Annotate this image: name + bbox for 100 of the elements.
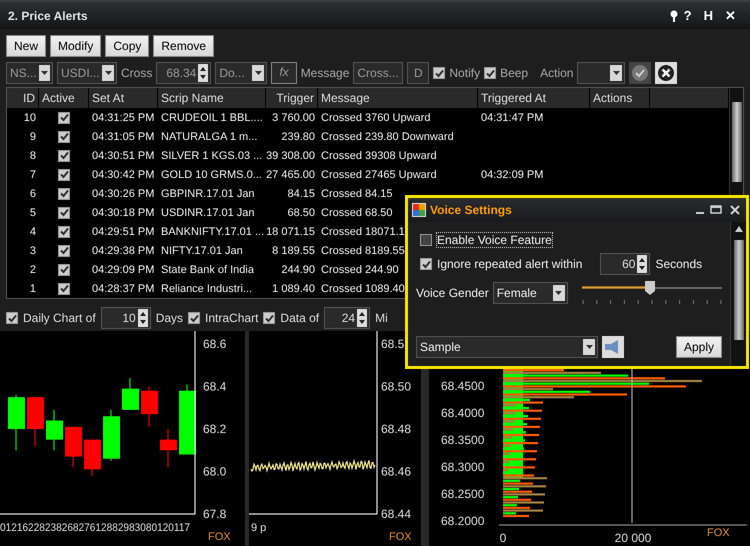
notify-checkbox[interactable] <box>433 67 446 79</box>
table-cell: 04:29:09 PM <box>92 264 154 276</box>
minutes-label: Mi <box>375 311 388 325</box>
dropdown-caret-icon[interactable] <box>252 65 264 81</box>
title-bar-button[interactable]: ✕ <box>719 8 742 23</box>
table-cell: BANKNIFTY.17.01 ... <box>161 226 264 238</box>
toolbar-button[interactable]: Copy <box>105 35 150 57</box>
exchange-select[interactable]: NS... <box>6 62 53 84</box>
candle <box>141 386 158 428</box>
apply-button[interactable]: Apply <box>676 336 722 358</box>
column-header[interactable]: Scrip Name <box>158 88 266 108</box>
data-label: Data of <box>280 311 320 325</box>
maximize-icon[interactable] <box>710 205 724 215</box>
enable-voice-checkbox[interactable] <box>420 234 432 246</box>
seconds-field[interactable]: 60 <box>600 253 650 275</box>
table-cell: 10 <box>24 112 36 124</box>
confirm-icon[interactable] <box>629 62 652 84</box>
slider-thumb[interactable] <box>645 281 656 295</box>
scrollbar[interactable] <box>730 222 746 366</box>
candle <box>8 394 25 451</box>
column-header[interactable]: Set At <box>89 88 158 108</box>
active-checkbox[interactable] <box>58 282 70 294</box>
toolbar-button[interactable]: New <box>6 35 46 57</box>
active-checkbox[interactable] <box>58 130 70 142</box>
spinner-arrows-icon[interactable] <box>637 255 648 273</box>
table-cell: Crossed 239.80 Downward <box>321 130 454 142</box>
condition-label: Cross <box>121 66 152 80</box>
beep-checkbox[interactable] <box>484 67 496 79</box>
table-cell: 7 <box>30 168 36 180</box>
table-cell: 8 <box>30 150 36 162</box>
table-cell: 4 <box>30 226 36 238</box>
toolbar-button[interactable]: Modify <box>50 35 102 57</box>
candle <box>65 426 82 468</box>
table-cell: 04:32:09 PM <box>481 168 544 180</box>
speed-slider[interactable] <box>582 281 722 305</box>
action-select[interactable] <box>577 62 626 84</box>
dropdown-caret-icon[interactable] <box>552 285 565 301</box>
dropdown-caret-icon[interactable] <box>38 65 50 81</box>
table-cell: 04:29:38 PM <box>92 244 154 256</box>
pin-icon[interactable] <box>670 10 678 22</box>
spinner-arrows-icon[interactable] <box>198 64 208 82</box>
window-title: 2. Price Alerts <box>8 8 89 22</box>
table-cell: 18 071.15 <box>266 226 315 238</box>
column-header[interactable]: Triggered At <box>478 88 590 108</box>
spinner-arrows-icon[interactable] <box>138 309 148 327</box>
column-header[interactable]: Message <box>318 88 478 108</box>
dropdown-caret-icon[interactable] <box>583 339 595 355</box>
column-header[interactable]: ID <box>7 88 39 108</box>
column-header[interactable]: Trigger <box>266 88 318 108</box>
direction-select[interactable]: Do... <box>215 62 268 84</box>
message-field[interactable]: Cross... <box>353 62 404 84</box>
table-cell: Crossed 3760 Upward <box>321 112 430 124</box>
candle <box>46 409 63 451</box>
axis-tick-label: 68.4000 <box>441 406 484 420</box>
column-header[interactable]: Active <box>39 88 89 108</box>
close-icon[interactable] <box>655 62 678 84</box>
active-checkbox[interactable] <box>58 244 70 256</box>
minutes-field[interactable]: 24 <box>324 307 370 329</box>
active-checkbox[interactable] <box>58 226 70 238</box>
active-checkbox[interactable] <box>58 264 70 276</box>
action-label: Action <box>540 66 574 80</box>
price-field[interactable]: 68.34 <box>156 62 212 84</box>
active-checkbox[interactable] <box>58 168 70 180</box>
dropdown-caret-icon[interactable] <box>610 65 622 81</box>
daily-chart-checkbox[interactable] <box>6 312 18 324</box>
column-header[interactable]: Actions <box>590 88 650 108</box>
axis-tick-label: 68.3000 <box>441 460 484 474</box>
title-bar-button[interactable]: ? <box>678 8 698 23</box>
sample-select[interactable]: Sample <box>416 336 598 358</box>
table-cell: GBPINR.17.01 Jan <box>161 188 255 200</box>
toolbar-button[interactable]: Remove <box>153 35 214 57</box>
dropdown-caret-icon[interactable] <box>102 65 114 81</box>
axis-tick-label: 68.50 <box>381 380 412 394</box>
active-checkbox[interactable] <box>58 150 70 162</box>
d-field[interactable]: D <box>407 62 430 84</box>
intrachart-checkbox[interactable] <box>188 312 200 324</box>
scroll-up-icon[interactable] <box>734 226 742 232</box>
data-checkbox[interactable] <box>263 312 276 324</box>
table-cell: 04:31:05 PM <box>92 130 154 142</box>
formula-button[interactable]: fx <box>271 62 297 84</box>
title-bar-button[interactable]: H <box>698 8 719 23</box>
ignore-repeated-checkbox[interactable] <box>420 258 432 270</box>
days-field[interactable]: 10 <box>100 307 151 329</box>
axis-tick-label: 68.6 <box>203 337 226 351</box>
axis-tick-label: 68.4500 <box>441 379 484 393</box>
table-cell: 8 189.55 <box>272 244 315 256</box>
symbol-select[interactable]: USDI... <box>57 62 117 84</box>
candle <box>160 428 177 468</box>
beep-label: Beep <box>500 66 528 80</box>
table-cell: Crossed 68.50 <box>321 206 393 218</box>
spinner-arrows-icon[interactable] <box>357 309 368 327</box>
voice-gender-select[interactable]: Female <box>492 282 568 304</box>
table-cell: CRUDEOIL 1 BBL.... <box>161 112 263 124</box>
close-icon[interactable] <box>728 205 742 215</box>
active-checkbox[interactable] <box>58 188 70 200</box>
table-cell: 2 <box>30 264 36 276</box>
axis-tick-label: 0 <box>500 531 506 545</box>
table-cell: Crossed 39308 Upward <box>321 150 437 162</box>
active-checkbox[interactable] <box>58 112 70 124</box>
active-checkbox[interactable] <box>58 206 70 218</box>
